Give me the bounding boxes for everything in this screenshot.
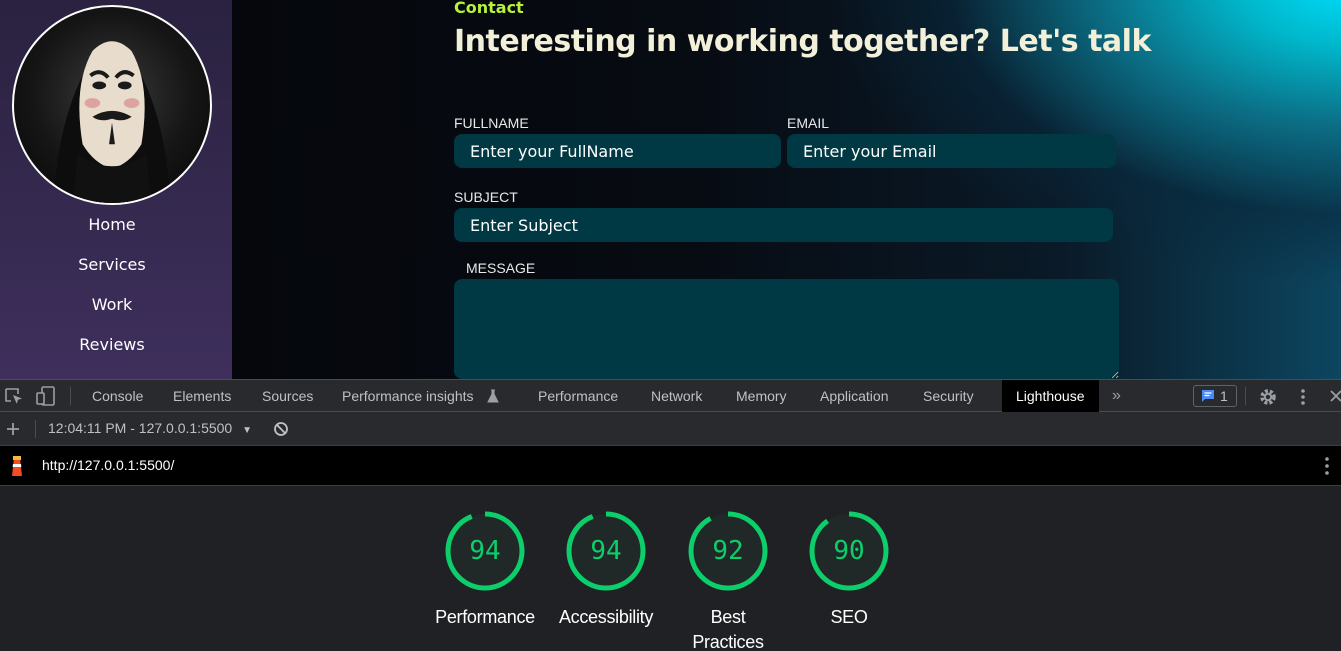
devtools-tabbar: Console Elements Sources Performance ins… xyxy=(0,379,1341,412)
seo-label[interactable]: SEO xyxy=(789,605,909,630)
nav-services[interactable]: Services xyxy=(0,255,224,274)
section-title: Interesting in working together? Let's t… xyxy=(454,24,1151,59)
settings-gear-icon[interactable] xyxy=(1258,387,1278,412)
dropdown-caret-icon: ▼ xyxy=(242,425,253,436)
devtools-panel: Console Elements Sources Performance ins… xyxy=(0,379,1341,651)
performance-label[interactable]: Performance xyxy=(425,605,545,630)
fullname-label: FULLNAME xyxy=(454,115,529,131)
subject-label: SUBJECT xyxy=(454,189,518,205)
masked-figure-image xyxy=(53,41,171,203)
clear-reports-block-icon[interactable] xyxy=(273,421,289,442)
report-menu-kebab-icon[interactable] xyxy=(1322,456,1332,481)
website-viewport: Home Services Work Reviews Contact Inter… xyxy=(0,0,1341,379)
message-textarea[interactable] xyxy=(454,279,1119,379)
best-practices-label[interactable]: Best Practices xyxy=(688,605,768,651)
tab-security[interactable]: Security xyxy=(923,380,974,412)
close-devtools-icon[interactable] xyxy=(1330,389,1341,408)
email-input[interactable] xyxy=(787,134,1116,168)
lighthouse-report: 94 Performance 94 Accessibility 92 Best Pract… xyxy=(0,486,1341,651)
tab-application[interactable]: Application xyxy=(820,380,889,412)
inspect-element-icon[interactable] xyxy=(4,387,24,410)
device-toolbar-icon[interactable] xyxy=(35,386,57,411)
tab-elements[interactable]: Elements xyxy=(173,380,231,412)
message-icon xyxy=(1202,390,1214,402)
nav-home[interactable]: Home xyxy=(0,215,224,234)
tab-performance[interactable]: Performance xyxy=(538,380,618,412)
flask-icon xyxy=(487,389,499,408)
tab-memory[interactable]: Memory xyxy=(736,380,787,412)
nav-reviews[interactable]: Reviews xyxy=(0,335,224,354)
new-report-plus-icon[interactable] xyxy=(5,421,21,442)
tab-lighthouse[interactable]: Lighthouse xyxy=(1002,380,1099,412)
section-label: Contact xyxy=(454,0,524,17)
subject-input[interactable] xyxy=(454,208,1113,242)
tab-console[interactable]: Console xyxy=(92,380,143,412)
accessibility-label[interactable]: Accessibility xyxy=(546,605,666,630)
sidebar: Home Services Work Reviews xyxy=(0,0,232,379)
report-selector-value: 12:04:11 PM - 127.0.0.1:5500 xyxy=(48,420,233,436)
issues-counter-button[interactable]: 1 xyxy=(1193,385,1237,407)
report-url[interactable]: http://127.0.0.1:5500/ xyxy=(42,457,174,473)
issues-count: 1 xyxy=(1220,388,1228,404)
tab-performance-insights[interactable]: Performance insights xyxy=(342,380,474,412)
more-tabs-chevron-icon[interactable]: » xyxy=(1112,388,1121,404)
message-label: MESSAGE xyxy=(466,260,536,276)
best-practices-score: 92 xyxy=(712,536,744,566)
email-label: EMAIL xyxy=(787,115,830,131)
tab-network[interactable]: Network xyxy=(651,380,702,412)
seo-score: 90 xyxy=(833,536,865,566)
lighthouse-logo-icon xyxy=(9,455,25,482)
fullname-input[interactable] xyxy=(454,134,781,168)
contact-section: Contact Interesting in working together?… xyxy=(232,0,1341,379)
tab-sources[interactable]: Sources xyxy=(262,380,313,412)
accessibility-score: 94 xyxy=(590,536,622,566)
performance-score: 94 xyxy=(469,536,501,566)
report-selector-dropdown[interactable]: 12:04:11 PM - 127.0.0.1:5500 ▼ xyxy=(48,420,252,436)
report-url-bar: http://127.0.0.1:5500/ xyxy=(0,446,1341,486)
profile-avatar xyxy=(12,5,212,205)
more-options-kebab-icon[interactable] xyxy=(1298,388,1308,411)
nav-work[interactable]: Work xyxy=(0,295,224,314)
lighthouse-toolbar: 12:04:11 PM - 127.0.0.1:5500 ▼ xyxy=(0,412,1341,446)
